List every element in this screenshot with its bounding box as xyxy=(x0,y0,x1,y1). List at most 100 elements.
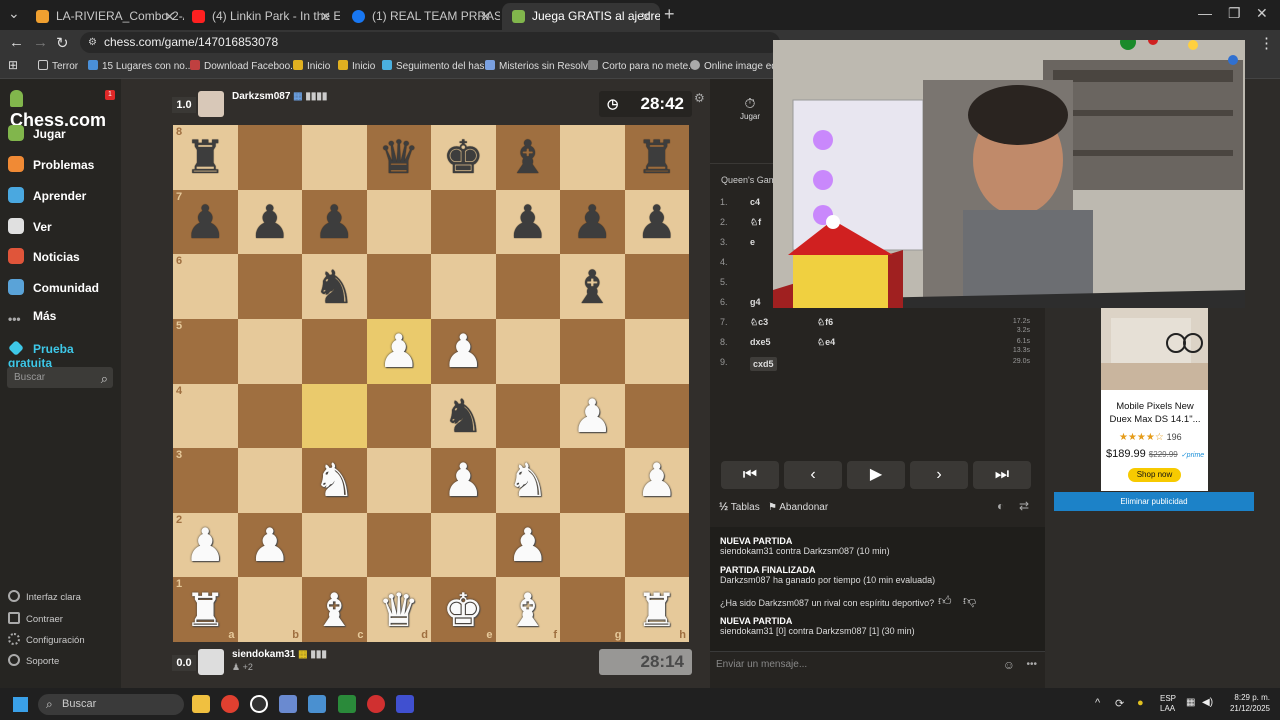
white-pawn-icon[interactable]: ♟ xyxy=(443,328,484,374)
white-pawn-icon[interactable]: ♟ xyxy=(185,522,226,568)
first-move-button[interactable]: ⏮ xyxy=(721,461,779,489)
white-pawn-icon[interactable]: ♟ xyxy=(507,522,548,568)
white-pawn-icon[interactable]: ♟ xyxy=(443,457,484,503)
white-pawn-icon[interactable]: ♟ xyxy=(249,522,290,568)
clock-tray[interactable]: 8:29 p. m. 21/12/2025 xyxy=(1230,692,1270,714)
white-move[interactable]: c4 xyxy=(750,197,760,207)
apps-icon[interactable]: ⊞ xyxy=(8,58,18,72)
white-bishop-icon[interactable]: ♝ xyxy=(507,587,548,633)
nav-aprender[interactable]: Aprender xyxy=(8,187,86,203)
black-bishop-icon[interactable]: ♝ xyxy=(507,134,548,180)
square-h1[interactable]: ♜ h xyxy=(624,577,689,642)
square-a3[interactable]: 3 xyxy=(173,448,238,513)
square-c8[interactable] xyxy=(302,125,367,190)
square-h3[interactable]: ♟ xyxy=(624,448,689,513)
flip-board-icon[interactable]: ⇄ xyxy=(1019,499,1029,513)
square-b5[interactable] xyxy=(237,318,302,384)
support-button[interactable]: Soporte xyxy=(8,654,59,667)
shop-now-button[interactable]: Shop now xyxy=(1128,468,1181,482)
white-rook-icon[interactable]: ♜ xyxy=(636,587,677,633)
tab-2[interactable]: (1) REAL TEAM PRRAS! | Faceb ✕ xyxy=(342,3,500,30)
nav-comunidad[interactable]: Comunidad xyxy=(8,279,99,295)
black-king-icon[interactable]: ♚ xyxy=(443,134,484,180)
tab-3-active[interactable]: Juega GRATIS al ajedrez online ✕ xyxy=(502,3,660,30)
new-tab-button[interactable]: + xyxy=(664,4,675,25)
black-pawn-icon[interactable]: ♟ xyxy=(249,199,290,245)
language-indicator[interactable]: ESP LAA xyxy=(1160,694,1176,714)
square-c3[interactable]: ♞ xyxy=(302,448,367,513)
square-h4[interactable] xyxy=(624,383,689,449)
bookmark-1[interactable]: 15 Lugares con no... xyxy=(88,60,193,72)
square-e5[interactable]: ♟ xyxy=(431,318,496,384)
square-d4[interactable] xyxy=(366,383,431,449)
square-d5[interactable]: ♟ xyxy=(366,318,431,384)
square-g6[interactable]: ♝ xyxy=(560,254,625,319)
light-mode-toggle[interactable]: Interfaz clara xyxy=(8,590,81,603)
square-e7[interactable] xyxy=(431,189,496,255)
taskbar-search[interactable]: ⌕ Buscar xyxy=(38,694,184,715)
draw-button[interactable]: ½ Tablas xyxy=(719,501,760,513)
tray-icon[interactable]: ⟳ xyxy=(1115,697,1124,710)
black-queen-icon[interactable]: ♛ xyxy=(378,134,419,180)
square-f4[interactable] xyxy=(495,383,560,449)
next-move-button[interactable]: › xyxy=(910,461,968,489)
square-b4[interactable] xyxy=(237,383,302,449)
minimize-button[interactable]: — xyxy=(1198,5,1212,21)
square-e2[interactable] xyxy=(431,512,496,578)
notification-badge[interactable]: 1 xyxy=(105,90,115,100)
square-d6[interactable] xyxy=(366,254,431,319)
white-move[interactable]: cxd5 xyxy=(750,357,777,371)
vpn-icon[interactable] xyxy=(396,695,414,713)
board-settings-icon[interactable]: ⚙ xyxy=(694,91,705,105)
square-b1[interactable]: b xyxy=(237,577,302,642)
nav-prueba-gratuita[interactable]: Prueba gratuita xyxy=(8,340,121,370)
sidebar-search-input[interactable]: Buscar ⌕ xyxy=(7,367,113,388)
nav-jugar[interactable]: Jugar xyxy=(8,125,66,141)
square-h2[interactable] xyxy=(624,512,689,578)
black-move[interactable]: ♘f6 xyxy=(817,317,833,328)
tab-0[interactable]: LA-RIVIERA_Combo-2-Asados- ✕ xyxy=(26,3,184,30)
square-c1[interactable]: ♝ c xyxy=(302,577,367,642)
tab-search-icon[interactable]: ⌄ xyxy=(8,5,20,22)
white-knight-icon[interactable]: ♞ xyxy=(507,457,548,503)
play-moves-button[interactable]: ▶ xyxy=(847,461,905,489)
white-knight-icon[interactable]: ♞ xyxy=(314,457,355,503)
square-f2[interactable]: ♟ xyxy=(495,512,560,578)
app-icon[interactable] xyxy=(338,695,356,713)
file-explorer-icon[interactable] xyxy=(192,695,210,713)
resign-button[interactable]: ⚑ Abandonar xyxy=(768,502,828,513)
ad-title[interactable]: Mobile Pixels New Duex Max DS 14.1"... xyxy=(1105,400,1205,426)
square-a5[interactable]: 5 xyxy=(173,318,238,384)
ad-card[interactable]: Mobile Pixels New Duex Max DS 14.1"... ★… xyxy=(1101,308,1208,491)
square-f3[interactable]: ♞ xyxy=(495,448,560,513)
bookmark-4[interactable]: Inicio xyxy=(338,60,375,72)
square-b7[interactable]: ♟ xyxy=(237,189,302,255)
bottom-player-name[interactable]: siendokam31 ▦ ▮▮▮ xyxy=(232,649,327,660)
white-move[interactable]: dxe5 xyxy=(750,337,771,347)
square-e4[interactable]: ♞ xyxy=(431,383,496,449)
app-icon[interactable] xyxy=(250,695,268,713)
square-d1[interactable]: ♛ d xyxy=(366,577,431,642)
reload-button[interactable]: ↻ xyxy=(56,34,69,52)
close-icon[interactable]: ✕ xyxy=(640,3,651,30)
black-pawn-icon[interactable]: ♟ xyxy=(636,199,677,245)
nav-ver[interactable]: Ver xyxy=(8,218,52,234)
app-icon[interactable] xyxy=(279,695,297,713)
white-king-icon[interactable]: ♚ xyxy=(443,587,484,633)
thumbs-up-icon[interactable]: 👍︎ xyxy=(938,593,952,609)
thumbs-down-icon[interactable]: 👎︎ xyxy=(963,593,976,609)
bookmark-6[interactable]: Misterios sin Resolv... xyxy=(485,60,596,72)
square-a8[interactable]: ♜ 8 xyxy=(173,125,238,190)
square-c4[interactable] xyxy=(302,383,367,449)
square-d8[interactable]: ♛ xyxy=(366,125,431,190)
square-a4[interactable]: 4 xyxy=(173,383,238,449)
square-e1[interactable]: ♚ e xyxy=(431,577,496,642)
black-knight-icon[interactable]: ♞ xyxy=(443,393,484,439)
close-icon[interactable]: ✕ xyxy=(320,3,331,30)
chess-board[interactable]: ♜ 8 ♛ ♚ ♝ ♜ ♟ 7 ♟ ♟ ♟ ♟ ♟ 6 ♞ ♝ 5 ♟ ♟ 4 ♞ ♟ 3 ♞ ♟ ♞ ♟ ♟ 2 ♟ ♟ ♜ 1 a b ♝ c ♛ d ♚… xyxy=(173,125,689,642)
bottom-player-avatar[interactable] xyxy=(198,649,224,675)
white-move[interactable]: e xyxy=(750,237,755,247)
white-move[interactable]: g4 xyxy=(750,297,761,307)
square-c6[interactable]: ♞ xyxy=(302,254,367,319)
square-h7[interactable]: ♟ xyxy=(624,189,689,255)
